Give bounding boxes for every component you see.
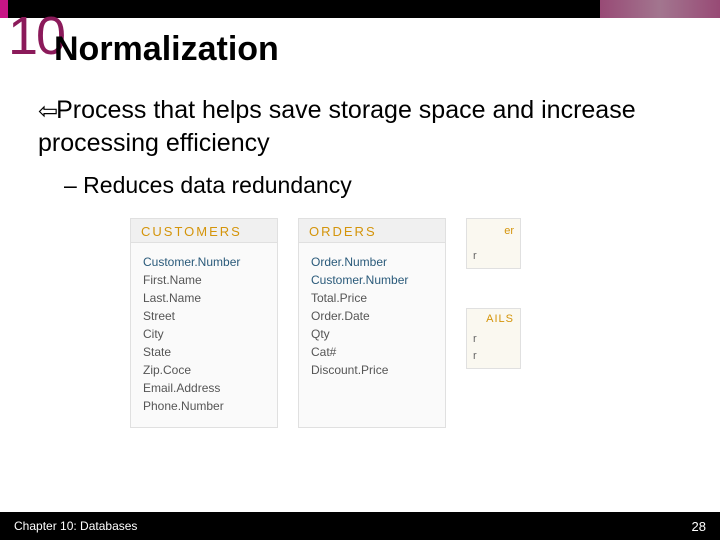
partial-bottom-suffix: AILS (473, 313, 514, 325)
table-field: City (143, 325, 265, 343)
table-field: Zip.Coce (143, 361, 265, 379)
table-field: First.Name (143, 271, 265, 289)
footer: Chapter 10: Databases 28 (0, 512, 720, 540)
customers-fields: Customer.NumberFirst.NameLast.NameStreet… (131, 243, 277, 427)
slide-title: Normalization (54, 30, 279, 69)
partial-top-suffix: er (473, 223, 514, 240)
customers-table: CUSTOMERS Customer.NumberFirst.NameLast.… (130, 218, 278, 428)
main-bullet: ⇦Process that helps save storage space a… (38, 94, 700, 159)
table-field: Qty (311, 325, 433, 343)
table-field: Discount.Price (311, 361, 433, 379)
table-field: Customer.Number (143, 253, 265, 271)
table-field: Order.Date (311, 307, 433, 325)
table-field: Email.Address (143, 379, 265, 397)
table-field: State (143, 343, 265, 361)
partial-tables: er r AILS r r (466, 218, 536, 428)
tables-diagram: CUSTOMERS Customer.NumberFirst.NameLast.… (130, 218, 536, 428)
orders-table: ORDERS Order.NumberCustomer.NumberTotal.… (298, 218, 446, 428)
partial-top-field: r (473, 248, 514, 265)
sub-bullet: – Reduces data redundancy (64, 172, 352, 199)
slide-number: 28 (692, 519, 706, 534)
table-field: Total.Price (311, 289, 433, 307)
partial-table-bottom: AILS r r (466, 308, 521, 369)
table-field: Last.Name (143, 289, 265, 307)
footer-chapter: Chapter 10: Databases (14, 519, 137, 533)
arrow-left-icon: ⇦ (38, 97, 58, 128)
table-field: Street (143, 307, 265, 325)
orders-fields: Order.NumberCustomer.NumberTotal.PriceOr… (299, 243, 445, 391)
partial-table-top: er r (466, 218, 521, 269)
table-field: Phone.Number (143, 397, 265, 415)
orders-header: ORDERS (299, 219, 445, 243)
partial-bottom-field-1: r (473, 331, 514, 348)
customers-header: CUSTOMERS (131, 219, 277, 243)
partial-bottom-field-2: r (473, 348, 514, 365)
table-field: Customer.Number (311, 271, 433, 289)
table-field: Cat# (311, 343, 433, 361)
main-bullet-text: Process that helps save storage space an… (38, 96, 636, 157)
table-field: Order.Number (311, 253, 433, 271)
top-bar (0, 0, 720, 18)
